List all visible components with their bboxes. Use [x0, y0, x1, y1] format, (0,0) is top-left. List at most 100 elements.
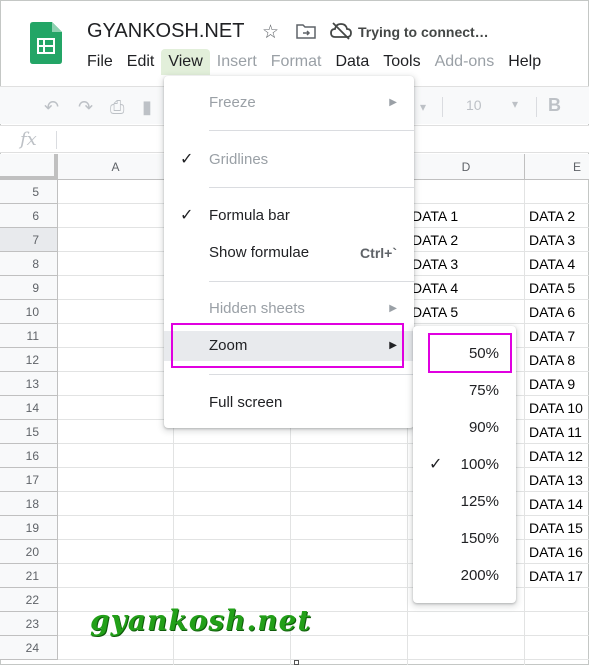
row-header[interactable]: 19 [0, 516, 58, 540]
menu-item-label: Full screen [209, 394, 283, 411]
cell-e[interactable]: DATA 7 [525, 324, 589, 348]
undo-icon[interactable]: ↶ [44, 97, 59, 118]
menu-edit[interactable]: Edit [120, 49, 162, 75]
row-header[interactable]: 9 [0, 276, 58, 300]
row-header[interactable]: 18 [0, 492, 58, 516]
cell-e[interactable]: DATA 3 [525, 228, 589, 252]
row-header[interactable]: 5 [0, 180, 58, 204]
cell-e[interactable]: DATA 10 [525, 396, 589, 420]
cell-d[interactable]: DATA 1 [408, 204, 525, 228]
cell-e[interactable]: DATA 6 [525, 300, 589, 324]
menu-help[interactable]: Help [501, 49, 548, 75]
zoom-option-150[interactable]: 150% [413, 524, 516, 554]
cell-e[interactable]: DATA 13 [525, 468, 589, 492]
select-all-corner[interactable] [0, 154, 58, 180]
cell-d-obscured[interactable] [408, 540, 412, 564]
cell-d[interactable]: DATA 2 [408, 228, 525, 252]
cell-e[interactable]: DATA 16 [525, 540, 589, 564]
font-size-select[interactable]: 10 ▾ [456, 95, 528, 117]
move-folder-icon[interactable] [296, 23, 316, 39]
menu-data[interactable]: Data [328, 49, 376, 75]
cell-d-obscured[interactable] [408, 468, 412, 492]
font-dropdown-arrow-icon[interactable]: ▾ [420, 100, 426, 114]
menu-item-hidden-sheets[interactable]: Hidden sheets ▶ [164, 294, 414, 324]
menu-view[interactable]: View [161, 49, 210, 75]
menu-format[interactable]: Format [264, 49, 329, 75]
row-header[interactable]: 8 [0, 252, 58, 276]
cell-e[interactable]: DATA 9 [525, 372, 589, 396]
cell-d[interactable]: DATA 4 [408, 276, 525, 300]
cell-e[interactable]: DATA 4 [525, 252, 589, 276]
zoom-option-label: 100% [460, 456, 499, 473]
row-header[interactable]: 12 [0, 348, 58, 372]
zoom-option-75[interactable]: 75% [413, 376, 516, 406]
sheets-logo-icon[interactable] [30, 22, 62, 64]
star-icon[interactable]: ☆ [262, 21, 279, 44]
menu-item-label: Show formulae [209, 244, 310, 261]
row-gridline [58, 659, 589, 660]
menu-item-label: Formula bar [209, 207, 290, 224]
zoom-option-100[interactable]: ✓ 100% [413, 450, 516, 480]
chevron-down-icon: ▾ [512, 97, 519, 111]
view-menu: Freeze ▶ ✓ Gridlines ✓ Formula bar Show … [164, 76, 414, 428]
cell-e[interactable]: DATA 5 [525, 276, 589, 300]
row-header[interactable]: 16 [0, 444, 58, 468]
sync-status: Trying to connect… [358, 24, 489, 40]
redo-icon[interactable]: ↷ [78, 97, 93, 118]
row-header[interactable]: 13 [0, 372, 58, 396]
menu-insert[interactable]: Insert [210, 49, 264, 75]
row-header[interactable]: 14 [0, 396, 58, 420]
menu-item-freeze[interactable]: Freeze ▶ [164, 88, 414, 118]
menu-add-ons[interactable]: Add-ons [428, 49, 502, 75]
row-header[interactable]: 23 [0, 612, 58, 636]
cell-e[interactable]: DATA 2 [525, 204, 589, 228]
zoom-option-125[interactable]: 125% [413, 487, 516, 517]
cell-e[interactable]: DATA 8 [525, 348, 589, 372]
column-header-e[interactable]: E [525, 154, 589, 180]
cell-d-obscured[interactable] [408, 516, 412, 540]
row-header[interactable]: 21 [0, 564, 58, 588]
document-title[interactable]: GYANKOSH.NET [87, 20, 244, 43]
cell-d[interactable]: DATA 5 [408, 300, 525, 324]
menu-item-gridlines[interactable]: ✓ Gridlines [164, 145, 414, 175]
bold-icon[interactable]: B [548, 95, 561, 116]
fx-icon: fx [20, 129, 37, 150]
menu-file[interactable]: File [80, 49, 120, 75]
cell-e[interactable]: DATA 17 [525, 564, 589, 588]
cell-d[interactable]: DATA 3 [408, 252, 525, 276]
row-header[interactable]: 22 [0, 588, 58, 612]
column-header-d[interactable]: D [408, 154, 525, 180]
cell-e[interactable]: DATA 11 [525, 420, 589, 444]
row-header[interactable]: 24 [0, 636, 58, 660]
row-header[interactable]: 6 [0, 204, 58, 228]
row-header[interactable]: 17 [0, 468, 58, 492]
row-header[interactable]: 11 [0, 324, 58, 348]
column-header-a[interactable]: A [58, 154, 174, 180]
cell-e[interactable]: DATA 15 [525, 516, 589, 540]
cell-e[interactable]: DATA 12 [525, 444, 589, 468]
resize-handle[interactable] [294, 660, 299, 665]
row-header[interactable]: 7 [0, 228, 58, 252]
print-icon[interactable]: ⎙ [110, 97, 124, 118]
menu-divider [209, 281, 414, 282]
check-icon: ✓ [429, 456, 443, 473]
cell-d-obscured[interactable] [408, 492, 412, 516]
cell-d-obscured[interactable] [408, 444, 412, 468]
menu-item-label: Hidden sheets [209, 300, 305, 317]
check-icon: ✓ [180, 207, 194, 224]
font-size-value: 10 [466, 97, 482, 113]
menu-item-full-screen[interactable]: Full screen [164, 388, 414, 418]
menu-tools[interactable]: Tools [376, 49, 427, 75]
watermark: gyankosh.net [90, 604, 312, 637]
row-header[interactable]: 20 [0, 540, 58, 564]
submenu-arrow-icon: ▶ [389, 303, 397, 314]
menu-item-show-formulae[interactable]: Show formulae Ctrl+` [164, 238, 414, 268]
cell-e[interactable]: DATA 14 [525, 492, 589, 516]
zoom-option-200[interactable]: 200% [413, 561, 516, 591]
paint-format-icon[interactable]: ▮ [142, 97, 152, 118]
row-header[interactable]: 15 [0, 420, 58, 444]
menu-item-formula-bar[interactable]: ✓ Formula bar [164, 201, 414, 231]
menu-divider [209, 374, 414, 375]
row-header[interactable]: 10 [0, 300, 58, 324]
zoom-option-90[interactable]: 90% [413, 413, 516, 443]
